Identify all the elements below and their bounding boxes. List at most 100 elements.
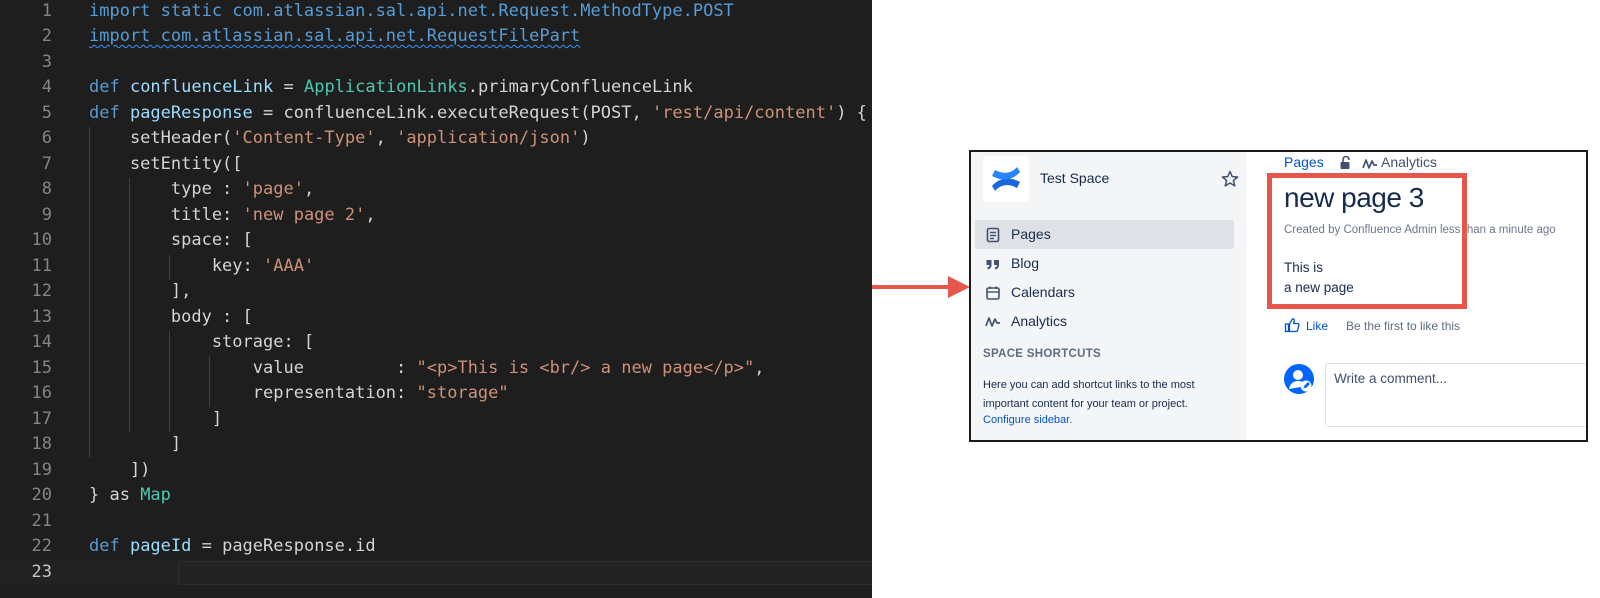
line-number: 14 [31, 332, 52, 352]
code-token: pageResponse [129, 102, 253, 123]
code-line[interactable]: 2 import com.atlassian.sal.api.net.Reques… [0, 24, 872, 50]
code-token: space: [ [89, 230, 253, 250]
code-line[interactable]: 21 [0, 509, 872, 535]
sidebar-item-pages[interactable]: Pages [975, 220, 1234, 249]
code-token: "storage" [416, 383, 509, 403]
code-line[interactable]: 19 ]) [0, 458, 872, 484]
confluence-logo[interactable] [983, 156, 1029, 202]
code-line[interactable]: 16 representation: "storage" [0, 381, 872, 407]
page-content: Pages Analytics new page 3 Created by Co… [1246, 152, 1586, 440]
code-text: def confluenceLink = ApplicationLinks.pr… [89, 75, 693, 101]
confluence-logo-icon [992, 167, 1020, 191]
code-line[interactable]: 4 def confluenceLink = ApplicationLinks.p… [0, 75, 872, 101]
line-number: 3 [41, 51, 52, 72]
line-number: 13 [31, 306, 52, 327]
code-text: body : [ [89, 305, 253, 331]
code-line[interactable]: 9 title: 'new page 2', [0, 203, 872, 229]
line-number: 9 [41, 204, 52, 225]
line-number: 15 [31, 357, 52, 378]
code-text: def pageResponse = confluenceLink.execut… [89, 101, 867, 127]
code-token: value : [89, 357, 417, 378]
code-token: Map [140, 485, 171, 505]
analytics-link[interactable]: Analytics [1381, 154, 1437, 170]
breadcrumb-pages-link[interactable]: Pages [1284, 154, 1324, 170]
line-number: 1 [41, 0, 52, 21]
star-icon[interactable] [1221, 170, 1239, 188]
line-number: 23 [31, 561, 52, 582]
line-number: 17 [31, 408, 52, 429]
code-line[interactable]: 7 setEntity([ [0, 152, 872, 178]
code-line[interactable]: 11 key: 'AAA' [0, 254, 872, 280]
code-line[interactable]: 15 value : "<p>This is <br/> a new page<… [0, 356, 872, 382]
code-token: , [365, 204, 376, 225]
line-number: 19 [31, 459, 52, 480]
code-line[interactable]: 18 ] [0, 432, 872, 458]
code-token: .primaryConfluenceLink [467, 77, 693, 97]
code-line[interactable]: 20 } as Map [0, 483, 872, 509]
code-line[interactable]: 22 def pageId = pageResponse.id [0, 534, 872, 560]
unlock-icon[interactable] [1339, 156, 1353, 170]
code-token: storage: [ [89, 332, 315, 352]
code-text: type : 'page', [89, 177, 314, 203]
code-token: , [303, 179, 315, 199]
code-token: = [273, 77, 304, 97]
code-line[interactable]: 3 [0, 50, 872, 76]
code-token: ApplicationLinks [303, 77, 468, 97]
line-number: 12 [31, 281, 52, 301]
code-token: 'application/json' [396, 128, 581, 148]
code-line[interactable]: 14 storage: [ [0, 330, 872, 356]
analytics-icon [985, 317, 1000, 327]
analytics-icon [1362, 159, 1377, 169]
like-button[interactable]: Like [1306, 319, 1328, 333]
page-icon [986, 227, 1000, 243]
code-editor[interactable]: 1 import static com.atlassian.sal.api.net… [0, 0, 872, 598]
configure-sidebar-link[interactable]: Configure sidebar. [983, 414, 1072, 426]
line-number: 4 [41, 77, 52, 97]
code-token: setEntity([ [89, 153, 243, 174]
code-token: } as [89, 485, 141, 505]
code-token: import com.atlassian.sal.api.net.Request… [89, 26, 581, 46]
code-token: , [754, 357, 765, 378]
sidebar-item-label: Pages [1011, 226, 1051, 242]
line-number: 6 [41, 128, 52, 148]
thumbs-up-icon[interactable] [1284, 317, 1300, 333]
comment-input[interactable]: Write a comment... [1325, 363, 1586, 427]
space-name[interactable]: Test Space [1040, 170, 1109, 186]
code-line[interactable]: 8 type : 'page', [0, 177, 872, 203]
code-text: ], [89, 279, 191, 305]
line-number: 20 [31, 485, 52, 505]
code-text: ] [89, 432, 181, 458]
space-header: Test Space [983, 156, 1241, 202]
code-token: , [375, 128, 397, 148]
comment-placeholder: Write a comment... [1334, 371, 1448, 386]
sidebar-item-calendars[interactable]: Calendars [975, 278, 1234, 307]
sidebar-item-analytics[interactable]: Analytics [975, 307, 1234, 336]
code-line[interactable]: 5 def pageResponse = confluenceLink.execu… [0, 101, 872, 127]
line-number: 2 [41, 26, 52, 46]
code-text: setHeader('Content-Type', 'application/j… [89, 126, 591, 152]
code-token: ]) [89, 459, 151, 480]
code-text: } as Map [89, 483, 171, 509]
code-token: "<p>This is <br/> a new page</p>" [416, 357, 755, 378]
code-token: ) [580, 128, 591, 148]
code-line[interactable]: 23 [0, 559, 872, 585]
code-line[interactable]: 13 body : [ [0, 305, 872, 331]
code-token: title: [89, 204, 243, 225]
code-line[interactable]: 17 ] [0, 407, 872, 433]
code-text: setEntity([ [89, 152, 243, 178]
line-number: 21 [31, 510, 52, 531]
confluence-page-window: Test Space Pages Blog Calendars Analytic… [969, 150, 1588, 442]
code-token: ] [89, 434, 182, 454]
line-number: 10 [31, 230, 52, 250]
code-token: import static com.atlassian.sal.api.net.… [89, 0, 734, 21]
code-token: setHeader( [89, 128, 233, 148]
code-token: ], [89, 281, 192, 301]
code-line[interactable]: 10 space: [ [0, 228, 872, 254]
sidebar-item-blog[interactable]: Blog [975, 249, 1234, 278]
code-line[interactable]: 6 setHeader('Content-Type', 'application… [0, 126, 872, 152]
code-line[interactable]: 12 ], [0, 279, 872, 305]
code-text: value : "<p>This is <br/> a new page</p>… [89, 356, 765, 382]
code-line[interactable]: 1 import static com.atlassian.sal.api.net… [0, 0, 872, 24]
code-token: type : [89, 179, 243, 199]
code-token: def [89, 536, 130, 556]
